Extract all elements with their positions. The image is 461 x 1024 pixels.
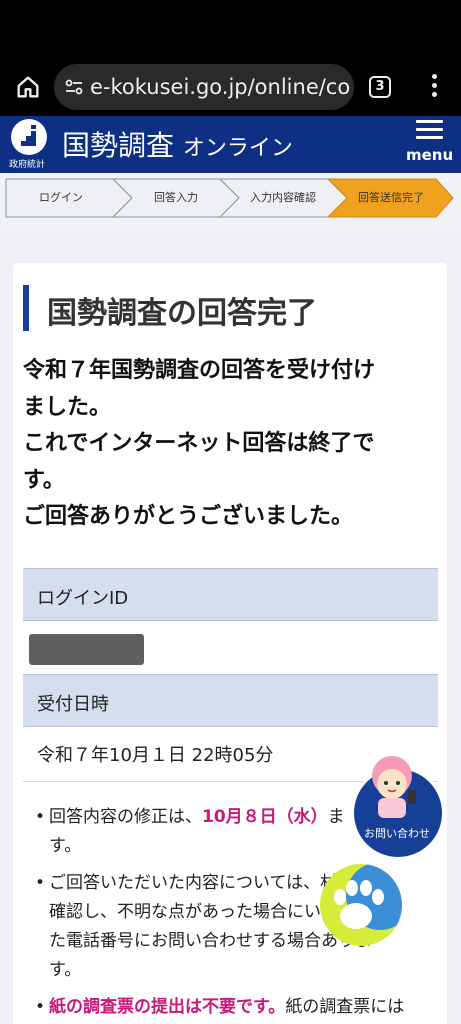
login-id-redacted [29, 634, 144, 665]
progress-steps: ログイン 回答入力 入力内容確認 回答送信完了 [0, 173, 461, 229]
status-bar [0, 0, 461, 58]
site-header: 政府統計 国勢調査 オンライン menu [0, 116, 461, 173]
note-text: ご回答いただいた内容については、 [49, 873, 321, 893]
note-text: た電話番号にお問い合わせする場合 [49, 931, 321, 951]
logo-caption: 政府統計 [9, 160, 46, 170]
site-title-main: 国勢調査 [62, 129, 175, 162]
login-id-label: ログインID [37, 588, 129, 609]
heading-accent [23, 285, 29, 331]
url-text[interactable]: e-kokusei.go.jp/online/co [90, 75, 350, 99]
message-line: ご回答ありがとうございました。 [23, 504, 354, 529]
received-header: 受付日時 [23, 674, 438, 727]
paw-icon [334, 864, 402, 930]
note-text: す。 [49, 960, 82, 980]
tab-switcher-button[interactable]: 3 [369, 76, 391, 98]
step-answer-input: 回答入力 [154, 191, 198, 204]
stairs-icon [21, 125, 36, 146]
message-line: 令和７年国勢調査の回答を受け付け [23, 358, 376, 383]
menu-label: menu [406, 146, 454, 164]
home-icon[interactable] [14, 73, 42, 101]
step-confirm: 入力内容確認 [250, 191, 316, 204]
note-text: す。 [49, 836, 82, 856]
menu-button[interactable]: menu [404, 120, 454, 170]
site-settings-icon[interactable] [64, 77, 84, 97]
received-datetime: 令和７年10月１日 22時05分 [37, 745, 274, 766]
more-options-icon[interactable] [430, 74, 438, 100]
paw-button[interactable] [320, 864, 402, 946]
step-login: ログイン [39, 191, 83, 204]
received-label: 受付日時 [37, 694, 109, 715]
message-line: す。 [23, 467, 65, 493]
note-item: 紙の調査票の提出は不要です。紙の調査票には [35, 993, 430, 1022]
site-title[interactable]: 国勢調査 オンライン [62, 124, 293, 164]
completion-message: 令和７年国勢調査の回答を受け付け ました。 これでインターネット回答は終了で す… [23, 353, 433, 536]
inquiry-label: お問い合わせ [364, 827, 430, 840]
note-text: 回答内容の修正は、 [49, 807, 202, 827]
step-complete: 回答送信完了 [358, 191, 424, 204]
gov-stats-logo [11, 119, 47, 155]
hamburger-icon [416, 120, 443, 140]
address-bar[interactable]: e-kokusei.go.jp/online/co [54, 64, 354, 110]
message-line: ました。 [23, 394, 112, 420]
page-title: 国勢調査の回答完了 [47, 296, 317, 331]
message-line: これでインターネット回答は終了で [23, 431, 375, 456]
inquiry-button[interactable]: お問い合わせ [348, 754, 446, 860]
note-deadline: 10月８日（水） [202, 807, 328, 827]
note-text: 確認し、不明な点があった場合に [49, 902, 304, 922]
browser-toolbar: e-kokusei.go.jp/online/co 3 [0, 58, 461, 116]
note-paper-not-required: 紙の調査票の提出は不要です。 [49, 997, 286, 1017]
site-title-sub: オンライン [182, 136, 293, 161]
note-text: 紙の調査票には [285, 997, 405, 1017]
note-text: ま [327, 807, 345, 827]
login-id-header: ログインID [23, 568, 438, 621]
